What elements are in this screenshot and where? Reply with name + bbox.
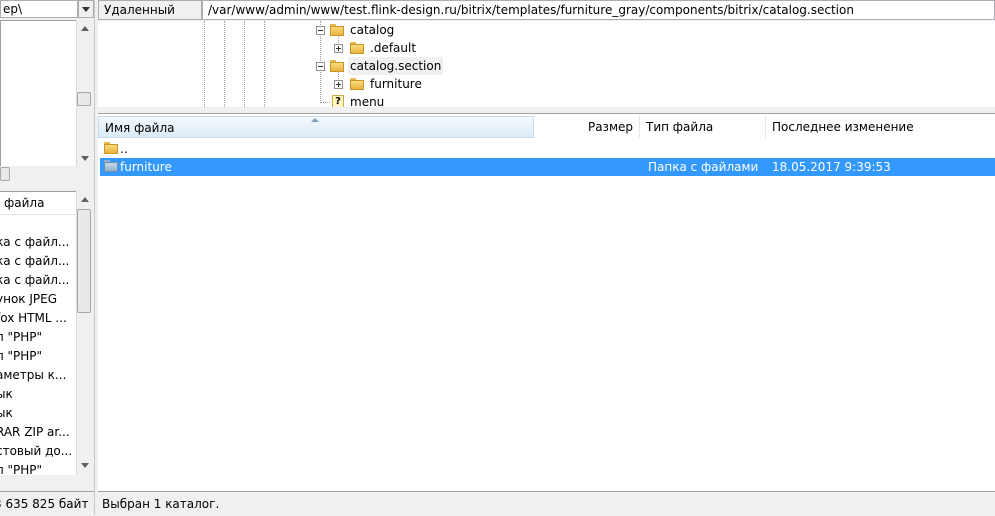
- local-status-bar: 3 635 825 байт: [0, 491, 96, 516]
- expand-furniture-icon[interactable]: [334, 80, 343, 89]
- column-header-label: Размер: [587, 120, 633, 134]
- tree-node-menu[interactable]: menu: [350, 93, 384, 107]
- folder-icon: [104, 160, 118, 172]
- collapse-catalog-icon[interactable]: [316, 26, 325, 35]
- local-path-dropdown-icon[interactable]: [78, 0, 94, 18]
- folder-icon: [350, 42, 364, 54]
- sort-ascending-icon: [311, 118, 319, 122]
- column-header-label: Тип файла: [646, 120, 714, 134]
- column-header-type[interactable]: Тип файла: [640, 116, 766, 138]
- list-item[interactable]: ка с файл...: [0, 233, 76, 252]
- tree-node-furniture[interactable]: furniture: [370, 75, 422, 93]
- column-header-name[interactable]: Имя файла: [98, 116, 534, 138]
- local-tree-hscrollbar[interactable]: [0, 166, 76, 182]
- scroll-up-icon[interactable]: [77, 20, 93, 36]
- local-path-field[interactable]: ер\: [0, 0, 78, 18]
- list-item[interactable]: л "PHP": [0, 461, 76, 475]
- scroll-up-icon[interactable]: [77, 191, 93, 207]
- list-item[interactable]: л "PHP": [0, 347, 76, 366]
- column-header-label: файла: [4, 196, 45, 210]
- list-item[interactable]: унок JPEG: [0, 290, 76, 309]
- list-item[interactable]: ка с файл...: [0, 252, 76, 271]
- list-item[interactable]: ык: [0, 385, 76, 404]
- tree-node-catalog-section[interactable]: catalog.section: [348, 57, 444, 75]
- table-row[interactable]: furniture Папка с файлами 18.05.2017 9:3…: [100, 158, 995, 176]
- remote-file-list[interactable]: Имя файла Размер Тип файла Последнее изм…: [98, 113, 995, 492]
- remote-status-bar: Выбран 1 каталог.: [98, 491, 995, 515]
- file-name: ..: [120, 142, 128, 156]
- collapse-catalog-section-icon[interactable]: [316, 62, 325, 71]
- expand-default-icon[interactable]: [334, 44, 343, 53]
- local-column-header-name[interactable]: файла: [0, 192, 76, 215]
- list-item[interactable]: ка с файл...: [0, 271, 76, 290]
- local-tree-scrollbar[interactable]: [76, 20, 92, 166]
- tree-node-catalog[interactable]: catalog: [350, 21, 394, 39]
- column-header-label: Имя файла: [105, 121, 175, 135]
- scroll-thumb[interactable]: [77, 92, 91, 106]
- list-item[interactable]: RAR ZIP ar...: [0, 423, 76, 442]
- file-name: furniture: [120, 160, 172, 174]
- column-header-modified[interactable]: Последнее изменение: [766, 116, 995, 138]
- list-item[interactable]: аметры к...: [0, 366, 76, 385]
- local-file-list[interactable]: файла ка с файл... ка с файл... ка с фай…: [0, 191, 76, 475]
- scroll-down-icon[interactable]: [77, 150, 93, 166]
- local-status-text: 3 635 825 байт: [0, 497, 89, 511]
- tree-node-default[interactable]: .default: [370, 39, 416, 57]
- file-type: Папка с файлами: [648, 160, 759, 174]
- parent-folder-icon: [104, 142, 118, 154]
- hscroll-thumb[interactable]: [0, 167, 10, 181]
- list-item[interactable]: л "PHP": [0, 328, 76, 347]
- remote-status-text: Выбран 1 каталог.: [102, 497, 220, 511]
- list-item[interactable]: стовый до...: [0, 442, 76, 461]
- file-modified: 18.05.2017 9:39:53: [772, 160, 891, 174]
- column-header-label: Последнее изменение: [772, 120, 914, 134]
- local-list-scrollbar[interactable]: [76, 191, 92, 474]
- folder-icon: [330, 24, 344, 36]
- column-header-size[interactable]: Размер: [534, 116, 640, 138]
- list-item[interactable]: ык: [0, 404, 76, 423]
- local-tree[interactable]: [0, 20, 76, 182]
- scroll-down-icon[interactable]: [77, 457, 93, 473]
- folder-icon: [350, 78, 364, 90]
- list-item[interactable]: fox HTML ...: [0, 309, 76, 328]
- remote-path-field[interactable]: /var/www/admin/www/test.flink-design.ru/…: [202, 0, 995, 20]
- scroll-thumb[interactable]: [77, 209, 91, 313]
- folder-icon: [330, 60, 344, 72]
- remote-site-label: Удаленный сайт:: [98, 0, 202, 36]
- remote-tree[interactable]: catalog .default catalog.section furnitu…: [98, 21, 995, 108]
- table-row[interactable]: ..: [100, 140, 995, 158]
